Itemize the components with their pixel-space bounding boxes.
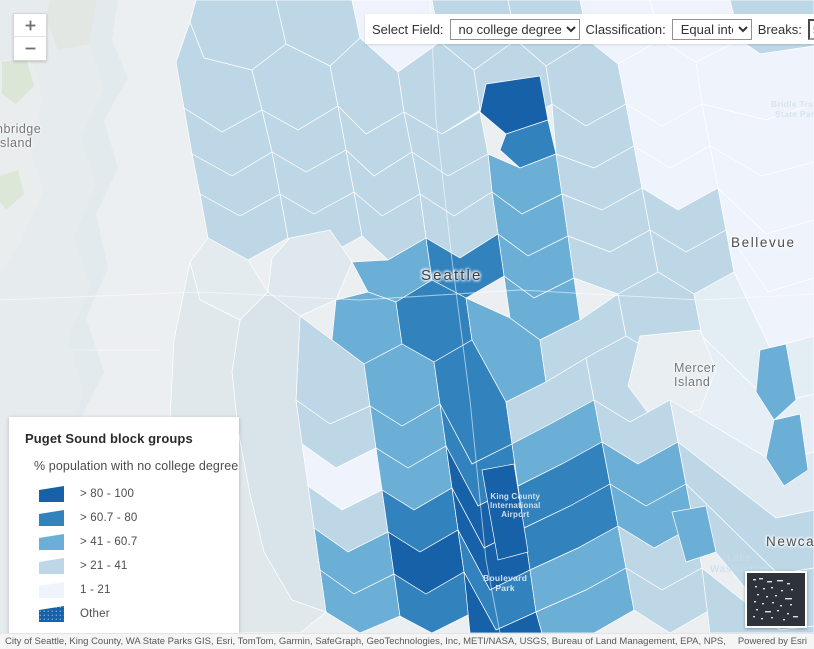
legend-row[interactable]: > 41 - 60.7 (9, 530, 239, 554)
block-group-polygons (169, 0, 814, 633)
legend-row[interactable]: > 80 - 100 (9, 482, 239, 506)
minus-icon (25, 47, 35, 50)
powered-by-esri[interactable]: Powered by Esri (728, 636, 807, 647)
zoom-out-button[interactable] (14, 37, 46, 60)
legend-row[interactable]: 1 - 21 (9, 578, 239, 602)
legend-label: > 41 - 60.7 (80, 536, 138, 548)
legend-panel: Puget Sound block groups % population wi… (9, 417, 239, 638)
legend-subtitle: % population with no college degree (34, 459, 239, 473)
legend-label: Other (80, 608, 110, 620)
legend-swatch (39, 486, 64, 502)
classification-label: Classification: (585, 21, 666, 37)
legend-swatch (39, 606, 64, 622)
legend-row[interactable]: Other (9, 602, 239, 626)
legend-label: > 21 - 41 (80, 560, 128, 572)
legend-row[interactable]: > 21 - 41 (9, 554, 239, 578)
overview-map[interactable] (745, 571, 807, 628)
overview-dots (753, 578, 798, 621)
attribution-sources: City of Seattle, King County, WA State P… (5, 636, 728, 647)
zoom-controls (13, 13, 47, 61)
legend-swatch (39, 534, 64, 550)
breaks-label: Breaks: (757, 21, 802, 37)
legend-title: Puget Sound block groups (25, 431, 193, 446)
zoom-in-button[interactable] (14, 14, 46, 37)
attribution-bar: City of Seattle, King County, WA State P… (0, 633, 814, 649)
field-select[interactable]: no college degree (449, 18, 580, 40)
select-field-label: Select Field: (372, 21, 444, 37)
legend-swatch (39, 510, 64, 526)
legend-label: > 80 - 100 (80, 488, 135, 500)
overview-map-image (747, 573, 805, 626)
legend-row[interactable]: > 60.7 - 80 (9, 506, 239, 530)
classification-select[interactable]: Equal interval (671, 18, 752, 40)
legend-swatch (39, 582, 64, 598)
plus-icon (25, 20, 35, 30)
legend-label: > 60.7 - 80 (80, 512, 138, 524)
breaks-input[interactable] (807, 18, 814, 40)
legend-label: 1 - 21 (80, 584, 111, 596)
map-application: nbridge IslandSeattleBellevueMercer Isla… (0, 0, 814, 649)
legend-items: > 80 - 100 > 60.7 - 80 > 41 - 60.7 > 21 - 4… (9, 482, 239, 626)
legend-swatch (39, 558, 64, 574)
map-toolbar: Select Field: no college degree Classifi… (365, 14, 814, 44)
